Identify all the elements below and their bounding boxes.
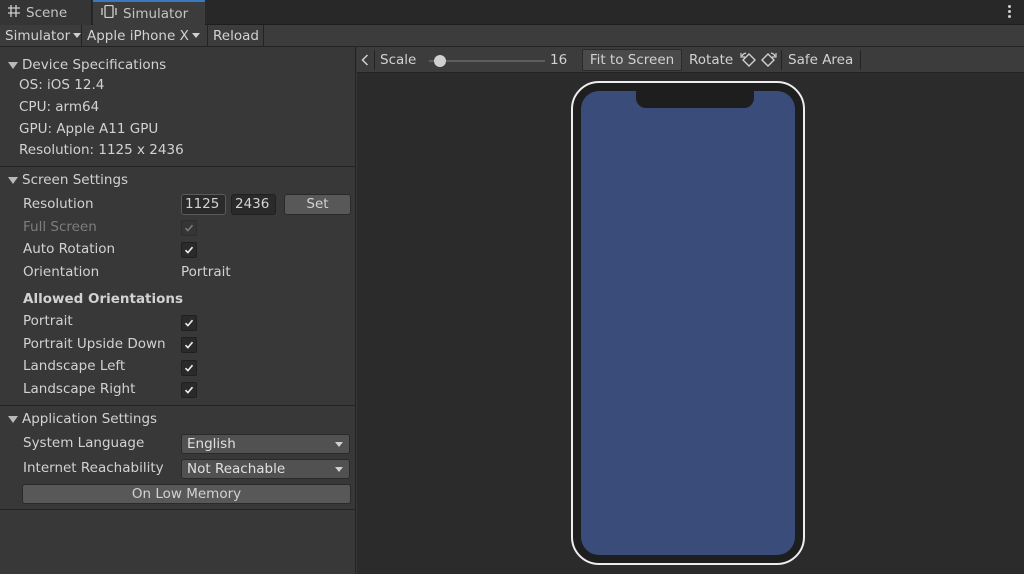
reload-button[interactable]: Reload <box>208 25 264 46</box>
checkmark-icon <box>184 386 194 394</box>
checkmark-icon <box>184 364 194 372</box>
phone-icon <box>101 4 117 22</box>
spec-resolution: Resolution: 1125 x 2436 <box>19 142 184 158</box>
section-divider <box>0 166 356 167</box>
full-screen-label: Full Screen <box>23 219 97 235</box>
simulator-dropdown[interactable]: Simulator <box>0 25 82 46</box>
foldout-triangle-icon <box>8 176 18 184</box>
portrait-checkbox[interactable] <box>181 315 197 331</box>
foldout-triangle-icon <box>8 61 18 69</box>
foldout-triangle-icon <box>8 415 18 423</box>
chevron-down-icon <box>73 33 82 38</box>
full-screen-checkbox <box>181 220 197 236</box>
spec-gpu: GPU: Apple A11 GPU <box>19 121 159 137</box>
simulator-dropdown-label: Simulator <box>5 27 71 44</box>
simulator-toolbar: Simulator Apple iPhone X Reload <box>0 25 1024 47</box>
on-low-memory-button[interactable]: On Low Memory <box>22 484 351 504</box>
device-screen[interactable] <box>581 91 795 555</box>
device-notch <box>636 91 754 108</box>
checkmark-icon <box>184 341 194 349</box>
device-specifications-foldout[interactable]: Device Specifications <box>0 55 356 75</box>
application-settings-header: Application Settings <box>22 411 158 427</box>
system-language-value: English <box>187 436 236 452</box>
device-dropdown[interactable]: Apple iPhone X <box>82 25 208 46</box>
collapse-panel-icon[interactable] <box>361 47 375 73</box>
landscape-right-checkbox[interactable] <box>181 382 197 398</box>
device-dropdown-label: Apple iPhone X <box>87 27 189 44</box>
toolbar-divider <box>781 50 782 70</box>
checkmark-icon <box>184 319 194 327</box>
internet-reachability-dropdown[interactable]: Not Reachable <box>181 459 350 479</box>
portrait-label: Portrait <box>23 313 73 329</box>
spec-cpu: CPU: arm64 <box>19 99 100 115</box>
rotate-left-icon[interactable] <box>740 47 757 73</box>
viewport-toolbar: Scale 16 Fit to Screen Rotate Safe Area <box>357 47 1024 73</box>
chevron-down-icon <box>335 442 343 447</box>
scale-slider-handle[interactable] <box>434 55 446 67</box>
more-options-icon[interactable] <box>1008 3 1012 20</box>
grid-icon <box>8 4 20 21</box>
landscape-left-label: Landscape Left <box>23 358 126 374</box>
toolbar-divider <box>374 50 375 70</box>
screen-settings-foldout[interactable]: Screen Settings <box>0 170 356 190</box>
scale-label: Scale <box>380 52 417 68</box>
fit-to-screen-button[interactable]: Fit to Screen <box>582 49 682 71</box>
auto-rotation-label: Auto Rotation <box>23 241 116 257</box>
screen-settings-header: Screen Settings <box>22 172 129 188</box>
device-frame <box>571 81 805 565</box>
internet-reachability-label: Internet Reachability <box>23 460 164 476</box>
scale-value: 16 <box>550 52 568 68</box>
orientation-value: Portrait <box>181 264 231 280</box>
resolution-height-field[interactable]: 2436 <box>231 194 276 215</box>
chevron-down-icon <box>335 467 343 472</box>
tab-scene-label: Scene <box>26 4 68 21</box>
reload-button-label: Reload <box>213 27 259 44</box>
rotate-label: Rotate <box>689 52 734 68</box>
control-panel: Device Specifications OS: iOS 12.4 CPU: … <box>0 47 356 574</box>
section-divider <box>0 405 356 406</box>
auto-rotation-checkbox[interactable] <box>181 242 197 258</box>
checkmark-icon <box>184 224 194 232</box>
safe-area-button[interactable]: Safe Area <box>788 47 853 73</box>
tab-scene[interactable]: Scene <box>0 0 92 25</box>
editor-tab-strip: Scene Simulator <box>0 0 1024 25</box>
spec-os: OS: iOS 12.4 <box>19 77 105 93</box>
scale-slider-track[interactable] <box>429 60 545 62</box>
system-language-dropdown[interactable]: English <box>181 434 350 454</box>
allowed-orientations-header: Allowed Orientations <box>23 291 184 307</box>
tab-simulator[interactable]: Simulator <box>93 0 205 25</box>
landscape-right-label: Landscape Right <box>23 381 136 397</box>
device-specifications-header: Device Specifications <box>22 57 167 73</box>
tab-simulator-label: Simulator <box>123 5 189 22</box>
checkmark-icon <box>184 246 194 254</box>
set-resolution-button[interactable]: Set <box>284 194 351 215</box>
system-language-label: System Language <box>23 435 145 451</box>
application-settings-foldout[interactable]: Application Settings <box>0 409 356 429</box>
portrait-upside-down-checkbox[interactable] <box>181 337 197 353</box>
toolbar-divider <box>860 50 861 70</box>
orientation-label: Orientation <box>23 264 100 280</box>
resolution-width-field[interactable]: 1125 <box>181 194 226 215</box>
rotate-right-icon[interactable] <box>760 47 777 73</box>
portrait-upside-down-label: Portrait Upside Down <box>23 336 166 352</box>
landscape-left-checkbox[interactable] <box>181 360 197 376</box>
chevron-down-icon <box>191 33 200 38</box>
simulator-viewport: Scale 16 Fit to Screen Rotate Safe Area <box>357 47 1024 574</box>
section-divider <box>0 509 356 510</box>
internet-reachability-value: Not Reachable <box>187 461 286 477</box>
resolution-label: Resolution <box>23 196 94 212</box>
